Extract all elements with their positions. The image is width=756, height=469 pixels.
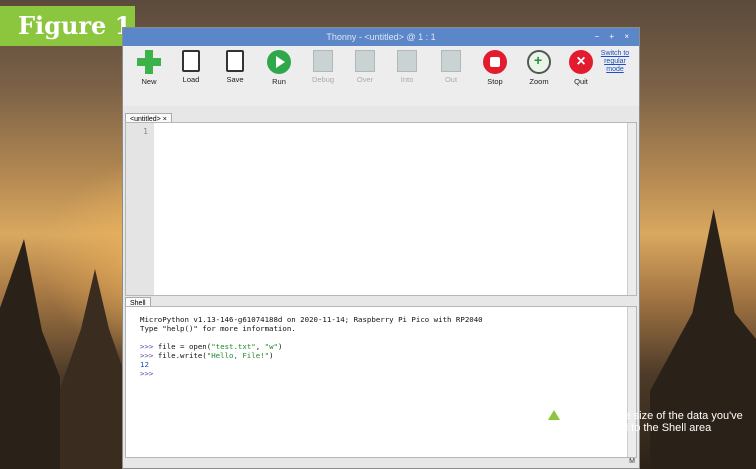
caption-triangle-icon (548, 410, 560, 420)
play-icon (267, 50, 291, 74)
step-out-icon (441, 50, 461, 72)
debug-icon (313, 50, 333, 72)
toolbar: New Load Save Run Debug Over Into Out St… (123, 46, 639, 106)
stop-label: Stop (487, 77, 503, 86)
code-editor[interactable]: 1 (125, 122, 637, 296)
shell-cmd1: file = open("test.txt", "w") (157, 342, 283, 351)
caption-bold: Figure 1 (566, 410, 609, 422)
shell-banner-line1: MicroPython v1.13-146-g61074188d on 2020… (140, 315, 483, 324)
run-button[interactable]: Run (257, 50, 301, 86)
load-label: Load (182, 75, 200, 84)
load-button[interactable]: Load (169, 50, 213, 84)
shell-command-2: >>> file.write("Hello, File!") (140, 351, 636, 360)
step-into-icon (397, 50, 417, 72)
line-number-gutter: 1 (126, 123, 154, 295)
run-label: Run (272, 77, 286, 86)
step-over-button[interactable]: Over (343, 50, 387, 84)
step-into-button[interactable]: Into (385, 50, 429, 84)
into-label: Into (400, 75, 414, 84)
load-file-icon (182, 50, 200, 72)
window-title: Thonny - <untitled> @ 1 : 1 (326, 32, 436, 42)
close-icon: × (569, 50, 593, 74)
window-titlebar[interactable]: Thonny - <untitled> @ 1 : 1 − + × (123, 28, 639, 46)
stop-icon (483, 50, 507, 74)
zoom-button[interactable]: Zoom (517, 50, 561, 86)
shell-prompt: >>> (140, 351, 154, 360)
window-controls[interactable]: − + × (595, 28, 633, 46)
shell-prompt: >>> (140, 342, 154, 351)
new-button[interactable]: New (127, 50, 171, 86)
debug-button[interactable]: Debug (301, 50, 345, 84)
figure-tag: Figure 1 (0, 6, 135, 46)
save-label: Save (226, 75, 244, 84)
debug-label: Debug (311, 75, 335, 84)
out-label: Out (444, 75, 458, 84)
thonny-window: Thonny - <untitled> @ 1 : 1 − + × New Lo… (122, 27, 640, 469)
shell-current-prompt[interactable]: >>> (140, 369, 636, 378)
save-file-icon (226, 50, 244, 72)
over-label: Over (356, 75, 374, 84)
status-bar: M (123, 458, 639, 468)
stop-button[interactable]: Stop (473, 50, 517, 86)
quit-label: Quit (574, 77, 588, 86)
shell-scrollbar[interactable] (627, 307, 636, 457)
zoom-icon (527, 50, 551, 74)
shell-banner-line2: Type "help()" for more information. (140, 324, 296, 333)
editor-tabs: <untitled> × (125, 108, 172, 125)
save-button[interactable]: Save (213, 50, 257, 84)
shell-tabs: Shell (125, 292, 151, 309)
shell-output: 12 (140, 360, 149, 369)
shell-cmd2: file.write("Hello, File!") (157, 351, 274, 360)
new-label: New (141, 77, 157, 86)
switch-mode-link[interactable]: Switch to regular mode (597, 50, 633, 74)
shell-command-1: >>> file = open("test.txt", "w") (140, 342, 636, 351)
shell-panel[interactable]: MicroPython v1.13-146-g61074188d on 2020… (125, 306, 637, 458)
step-out-button[interactable]: Out (429, 50, 473, 84)
figure-caption: Figure 1 The size of the data you've wri… (548, 410, 756, 434)
plus-icon (137, 50, 161, 74)
step-over-icon (355, 50, 375, 72)
zoom-label: Zoom (529, 77, 549, 86)
editor-scrollbar[interactable] (627, 123, 636, 295)
line-number: 1 (143, 127, 148, 136)
